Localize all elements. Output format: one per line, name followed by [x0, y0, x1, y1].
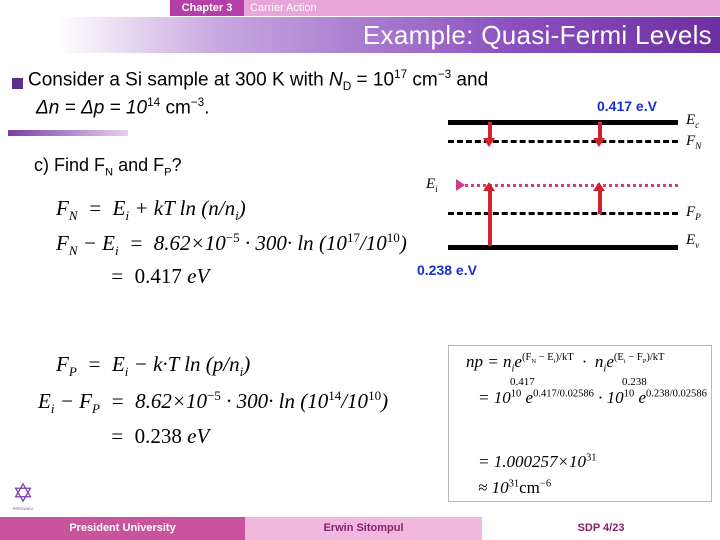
- label-fn-text: F: [686, 133, 696, 149]
- logo-caption: PRESUNIV: [12, 506, 34, 511]
- body-line-1-exp1: 17: [394, 68, 408, 81]
- equation-fp-result: = 0.238 eV: [110, 424, 210, 448]
- derivation-exp-top-right: 0.238: [622, 376, 647, 388]
- body-line-1-b: = 10: [351, 69, 395, 91]
- label-fp-text: F: [686, 204, 696, 220]
- label-ev-sub: v: [695, 241, 700, 251]
- body-line-2-c: .: [204, 97, 210, 119]
- question-c-sub2: P: [164, 166, 172, 179]
- symbol-ND: N: [329, 69, 343, 91]
- fp-level-dashed-line: [448, 212, 678, 215]
- question-c-mid: and F: [113, 155, 165, 175]
- equation-fn-result: = 0.417 eV: [110, 264, 210, 288]
- body-line-2-a: Δn = Δp = 10: [36, 97, 148, 119]
- bullet-square-icon: [12, 78, 23, 89]
- question-c-sub1: N: [105, 166, 114, 179]
- energy-arrow-right-top-head-icon: [593, 138, 605, 147]
- derivation-line-2: = 1010 e0.417/0.02586 · 1010 e0.238/0.02…: [478, 388, 707, 407]
- body-line-2-b: cm: [160, 97, 191, 119]
- body-line-1-exp2: −3: [437, 68, 452, 81]
- label-fn-sub: N: [695, 142, 702, 152]
- energy-arrow-left-bottom: [488, 186, 492, 246]
- body-line-1: Consider a Si sample at 300 K with ND = …: [28, 68, 488, 93]
- footer: President University Erwin Sitompul SDP …: [0, 517, 720, 540]
- question-c: c) Find FN and FP?: [34, 155, 182, 179]
- label-ei-text: E: [426, 176, 436, 192]
- derivation-exp-top-left: 0.417: [510, 376, 535, 388]
- footer-author: Erwin Sitompul: [323, 522, 404, 534]
- label-ec-sub: c: [695, 121, 700, 131]
- energy-value-bottom: 0.238 e.V: [417, 262, 477, 278]
- body-line-1-d: and: [451, 69, 489, 91]
- chapter-label: Chapter 3: [170, 0, 244, 16]
- label-ec: Ec: [686, 112, 699, 131]
- derivation-line-3: = 1.000257×1031: [478, 452, 597, 471]
- slide: Chapter 3 Carrier Action Example: Quasi-…: [0, 0, 720, 540]
- university-logo: ✡ PRESUNIV: [8, 478, 38, 512]
- valence-band-line: [448, 245, 678, 250]
- symbol-ND-sub: D: [342, 80, 352, 94]
- conduction-band-line: [448, 120, 678, 125]
- body-line-2-exp1: 14: [147, 96, 161, 109]
- body-line-1-a: Consider a Si sample at 300 K with: [28, 69, 329, 91]
- energy-arrow-right-bottom-head-icon: [593, 182, 605, 191]
- equation-fn-numeric: FN − Ei = 8.62×10−5 · 300· ln (1017/1010…: [56, 230, 407, 259]
- page-title: Example: Quasi-Fermi Levels: [362, 20, 712, 50]
- label-ei: Ei: [426, 176, 438, 195]
- label-ev-text: E: [686, 232, 696, 248]
- question-c-end: ?: [171, 155, 182, 175]
- body-line-2-exp2: −3: [190, 96, 205, 109]
- intrinsic-level-arrow-icon: [456, 179, 465, 191]
- label-ei-sub: i: [435, 185, 438, 195]
- body-line-1-c: cm: [407, 69, 438, 91]
- footer-university: President University: [69, 522, 176, 534]
- label-fp-sub: P: [695, 213, 701, 223]
- footer-page: SDP 4/23: [577, 522, 625, 534]
- chapter-subtitle: Carrier Action: [250, 2, 317, 14]
- energy-arrow-left-bottom-head-icon: [483, 182, 495, 191]
- logo-glyph-icon: ✡: [12, 478, 34, 508]
- body-line-2: Δn = Δp = 1014 cm−3.: [36, 96, 209, 119]
- derivation-line-1: np = nie(FN − Ei)/kT · nie(Ei − FP)/kT: [466, 352, 665, 375]
- equation-fn-definition: FN = Ei + kT ln (n/ni): [56, 196, 246, 224]
- equation-fp-numeric: Ei − FP = 8.62×10−5 · 300· ln (1014/1010…: [38, 388, 389, 417]
- title-underline-bar: [8, 130, 128, 136]
- energy-arrow-left-top-head-icon: [483, 138, 495, 147]
- label-ec-text: E: [686, 112, 696, 128]
- derivation-line-4: ≈ 1031cm−6: [478, 478, 552, 497]
- label-fn: FN: [686, 133, 701, 152]
- label-fp: FP: [686, 204, 701, 223]
- energy-value-top: 0.417 e.V: [597, 98, 657, 114]
- equation-fp-definition: FP = Ei − k·T ln (p/ni): [56, 352, 251, 380]
- label-ev: Ev: [686, 232, 699, 251]
- question-c-a: c) Find F: [34, 155, 106, 175]
